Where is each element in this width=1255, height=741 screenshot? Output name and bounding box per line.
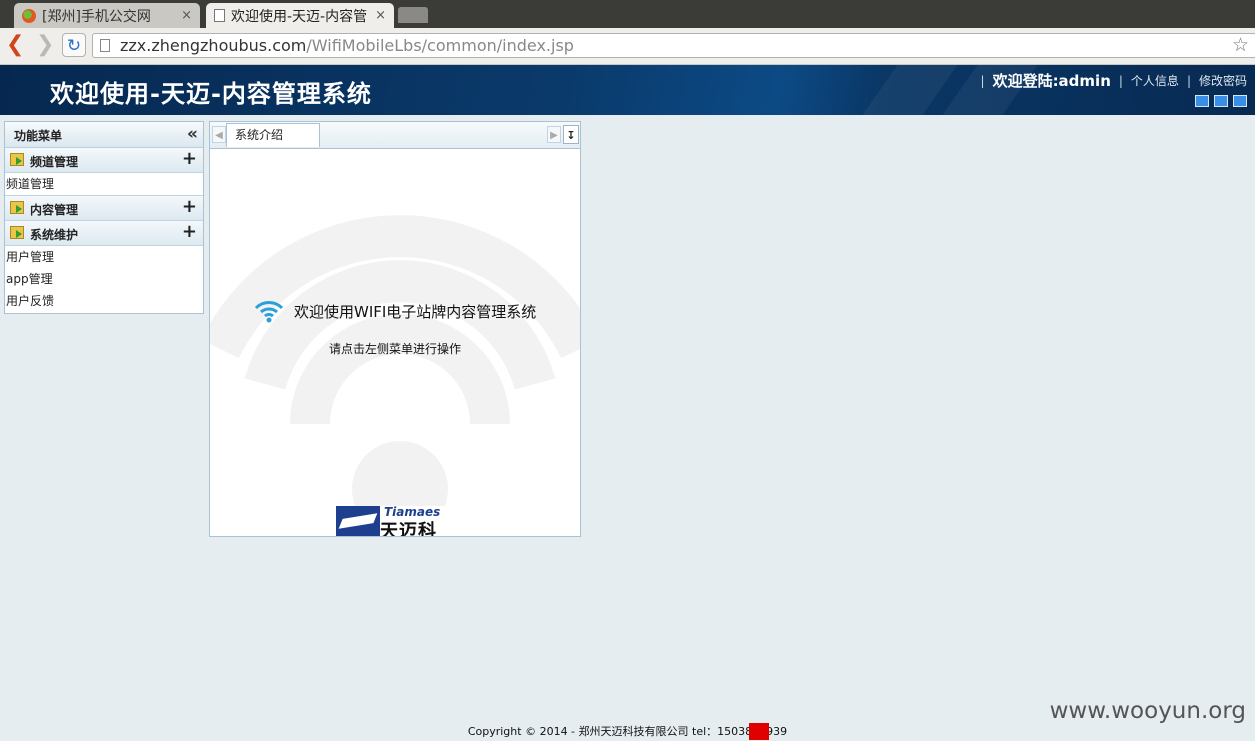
footer-text-after: 939 — [766, 725, 788, 738]
hint-text: 请点击左侧菜单进行操作 — [328, 342, 461, 356]
footer-text-before: Copyright © 2014 - 郑州天迈科技有限公司 tel：15038 — [467, 725, 753, 738]
reload-icon[interactable]: ↻ — [62, 33, 86, 57]
new-tab-button[interactable] — [398, 7, 428, 23]
separator: | — [980, 73, 985, 88]
sidebar-group-content[interactable]: 内容管理 + — [5, 195, 203, 221]
back-arrow-icon[interactable]: ❮ — [6, 32, 24, 58]
theme-box-2[interactable] — [1214, 95, 1228, 107]
welcome-row: 欢迎使用WIFI电子站牌内容管理系统 — [254, 298, 536, 324]
content-tab-bar: ◀ 系统介绍 ▶ ↧ — [210, 122, 580, 149]
content-panel: ◀ 系统介绍 ▶ ↧ 欢迎使用WIFI电子站牌内容管理系统 请点击左侧菜单进行操… — [209, 121, 581, 537]
double-chevron-left-icon[interactable]: « — [187, 124, 198, 144]
sidebar-header: 功能菜单 « — [5, 122, 203, 148]
page-title: 欢迎使用-天迈-内容管理系统 — [50, 80, 372, 108]
tab-system-intro[interactable]: 系统介绍 — [226, 123, 320, 147]
browser-toolbar: ❮ ❯ ↻ zzx.zhengzhoubus.com/WifiMobileLbs… — [0, 28, 1255, 65]
sidebar-item-feedback[interactable]: 用户反馈 — [5, 290, 203, 312]
watermark-text: www.wooyun.org — [1049, 698, 1246, 724]
company-logo: Tiamaes 天迈科技 — [336, 505, 454, 537]
theme-switcher — [1195, 95, 1247, 107]
sidebar-group-label: 内容管理 — [30, 203, 79, 217]
browser-tab-cms[interactable]: 欢迎使用-天迈-内容管 × — [206, 3, 394, 28]
forward-arrow-icon[interactable]: ❯ — [36, 32, 54, 58]
sidebar-item-user-manage[interactable]: 用户管理 — [5, 246, 203, 268]
tab-scroll-right-icon[interactable]: ▶ — [547, 126, 561, 143]
sidebar-group-channel[interactable]: 频道管理 + — [5, 148, 203, 173]
redaction-box — [749, 722, 770, 740]
theme-box-1[interactable] — [1195, 95, 1209, 107]
sidebar-item-app-manage[interactable]: app管理 — [5, 268, 203, 290]
close-icon[interactable]: × — [375, 8, 386, 23]
folder-arrow-icon — [10, 226, 24, 239]
plus-icon[interactable]: + — [182, 221, 197, 242]
folder-arrow-icon — [10, 153, 24, 166]
browser-tab-title: 欢迎使用-天迈-内容管 — [231, 8, 368, 25]
page-icon — [100, 39, 110, 52]
sidebar-item-channel-manage[interactable]: 频道管理 — [5, 173, 203, 195]
url-host: zzx.zhengzhoubus.com — [120, 36, 307, 55]
change-password-link[interactable]: 修改密码 — [1199, 72, 1247, 89]
app-header: 欢迎使用-天迈-内容管理系统 | 欢迎登陆:admin | 个人信息 | 修改密… — [0, 65, 1255, 115]
header-decoration — [862, 65, 958, 115]
welcome-text: 欢迎使用WIFI电子站牌内容管理系统 — [294, 302, 537, 321]
sidebar-group-label: 系统维护 — [30, 228, 79, 242]
page-icon — [214, 9, 225, 22]
sidebar-group-label: 频道管理 — [30, 155, 79, 169]
plus-icon[interactable]: + — [182, 148, 197, 169]
bookmark-star-icon[interactable]: ☆ — [1232, 34, 1249, 56]
separator: | — [1186, 73, 1191, 88]
sidebar-title: 功能菜单 — [14, 129, 63, 143]
close-icon[interactable]: × — [181, 8, 192, 23]
url-path: /WifiMobileLbs/common/index.jsp — [306, 36, 574, 55]
browser-tab-strip: [郑州]手机公交网 × 欢迎使用-天迈-内容管 × — [0, 0, 1255, 28]
footer: Copyright © 2014 - 郑州天迈科技有限公司 tel：15038 9… — [0, 722, 1255, 741]
folder-arrow-icon — [10, 201, 24, 214]
user-links: | 欢迎登陆:admin | 个人信息 | 修改密码 — [973, 70, 1247, 91]
wifi-icon — [254, 301, 284, 323]
double-chevron-down-icon[interactable]: ↧ — [563, 125, 579, 144]
sidebar-menu: 功能菜单 « 频道管理 + 频道管理 内容管理 + 系统维护 + 用户管理 ap… — [4, 121, 204, 314]
sidebar-group-system[interactable]: 系统维护 + — [5, 221, 203, 246]
theme-box-3[interactable] — [1233, 95, 1247, 107]
profile-link[interactable]: 个人信息 — [1131, 72, 1179, 89]
logo-text-cn: 天迈科技 — [380, 521, 437, 537]
site-favicon-icon — [22, 8, 36, 23]
browser-tab-zhengzhou-bus[interactable]: [郑州]手机公交网 × — [14, 3, 200, 28]
tab-scroll-left-icon[interactable]: ◀ — [212, 126, 226, 143]
logo-mark-icon — [336, 506, 380, 536]
url-text[interactable]: zzx.zhengzhoubus.com/WifiMobileLbs/commo… — [120, 36, 574, 55]
welcome-user: 欢迎登陆:admin — [992, 72, 1111, 90]
separator: | — [1118, 73, 1123, 88]
browser-tab-title: [郑州]手机公交网 — [42, 8, 151, 25]
plus-icon[interactable]: + — [182, 196, 197, 217]
address-bar[interactable]: zzx.zhengzhoubus.com/WifiMobileLbs/commo… — [92, 33, 1255, 58]
